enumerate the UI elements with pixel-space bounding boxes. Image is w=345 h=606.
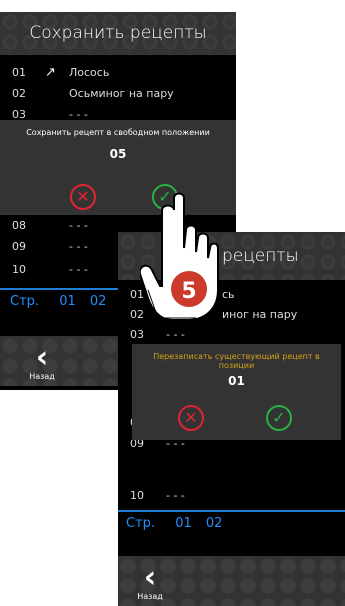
page-title: Сохранить рецепты xyxy=(0,12,236,55)
divider xyxy=(118,510,345,512)
list-item[interactable]: 10 - - - xyxy=(130,487,345,505)
page-link-1[interactable]: 01 xyxy=(59,294,76,309)
cancel-button[interactable]: ✕ xyxy=(178,405,204,431)
slot-number: 05 xyxy=(109,147,127,161)
check-icon: ✓ xyxy=(272,408,286,427)
pagination: Стр. 01 02 xyxy=(10,294,107,309)
back-button[interactable]: ‹ Назад xyxy=(130,560,170,602)
chevron-left-icon: ‹ xyxy=(143,560,157,595)
hand-pointer-icon xyxy=(140,192,219,321)
slot-number: 01 xyxy=(228,374,245,388)
confirm-button[interactable]: ✓ xyxy=(266,405,292,431)
pagination: Стр. 01 02 xyxy=(126,516,223,531)
page-link-2[interactable]: 02 xyxy=(90,294,107,309)
overwrite-dialog: Перезаписать существующий рецепт в позиц… xyxy=(132,344,341,440)
cancel-button[interactable]: ✕ xyxy=(70,184,96,210)
back-button[interactable]: ‹ Назад xyxy=(22,340,62,382)
step-badge: 5 xyxy=(168,268,210,310)
page-link-2[interactable]: 02 xyxy=(206,516,223,531)
footer-bar: ‹ Назад xyxy=(118,556,345,606)
fish-icon: ↗ xyxy=(45,65,56,80)
close-icon: ✕ xyxy=(76,187,90,206)
close-icon: ✕ xyxy=(184,408,198,427)
dialog-title: Перезаписать существующий рецепт в позиц… xyxy=(153,352,320,370)
chevron-left-icon: ‹ xyxy=(35,340,49,375)
list-item[interactable]: 02 Осьминог на пару xyxy=(12,85,232,103)
dialog-title: Сохранить рецепт в свободном положении xyxy=(26,128,210,137)
list-item[interactable]: 01 ↗ Лосось xyxy=(12,64,232,82)
page-link-1[interactable]: 01 xyxy=(175,516,192,531)
